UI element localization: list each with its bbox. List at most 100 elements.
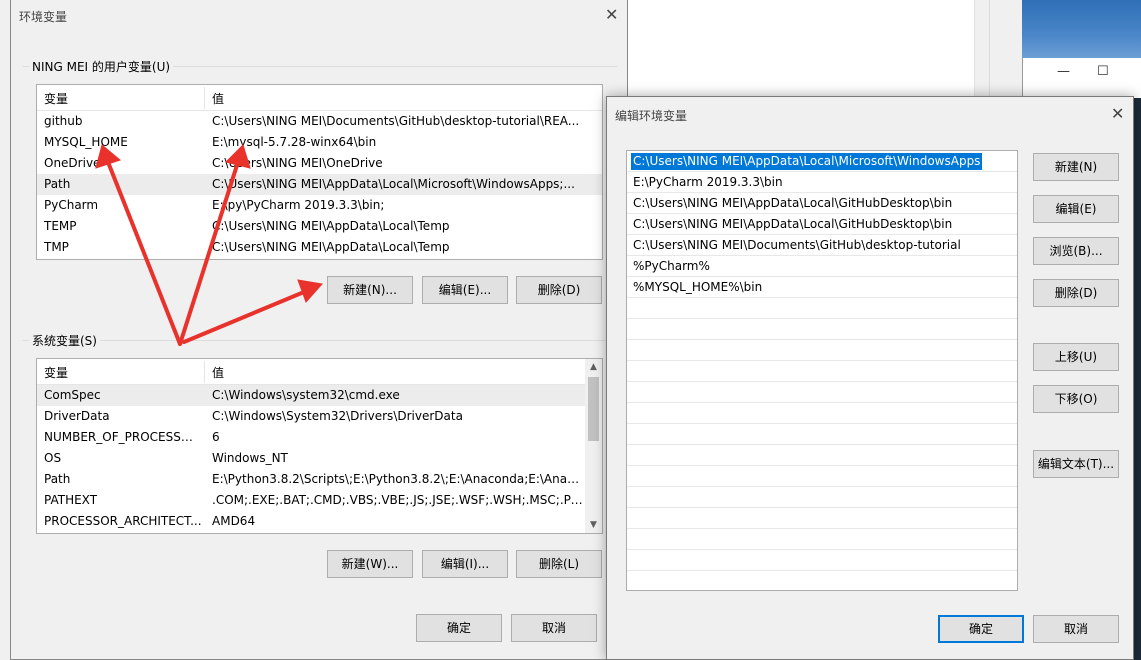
variable-name: PROCESSOR_ARCHITECT... — [44, 514, 202, 528]
path-row[interactable] — [627, 382, 1017, 403]
move-up-button[interactable]: 上移(U) — [1033, 343, 1119, 371]
edit-text-button[interactable]: 编辑文本(T)... — [1033, 450, 1119, 478]
path-row[interactable]: C:\Users\NING MEI\AppData\Local\Microsof… — [627, 151, 1017, 172]
variable-value: C:\Users\NING MEI\AppData\Local\Temp — [212, 219, 450, 233]
table-row[interactable]: MYSQL_HOME E:\mysql-5.7.28-winx64\bin — [37, 132, 602, 153]
path-row[interactable] — [627, 571, 1017, 590]
path-row[interactable]: %PyCharm% — [627, 256, 1017, 277]
minimize-icon[interactable]: — — [1057, 64, 1070, 79]
variable-name: MYSQL_HOME — [44, 135, 128, 149]
path-row[interactable] — [627, 361, 1017, 382]
path-row[interactable]: E:\PyCharm 2019.3.3\bin — [627, 172, 1017, 193]
ok-button[interactable]: 确定 — [938, 615, 1024, 643]
scroll-up-icon[interactable]: ▲ — [585, 362, 602, 372]
variable-name: TEMP — [44, 219, 77, 233]
path-row[interactable] — [627, 466, 1017, 487]
path-row[interactable]: C:\Users\NING MEI\AppData\Local\GitHubDe… — [627, 193, 1017, 214]
table-row[interactable]: github C:\Users\NING MEI\Documents\GitHub… — [37, 111, 602, 132]
path-row[interactable]: C:\Users\NING MEI\Documents\GitHub\deskt… — [627, 235, 1017, 256]
dialog-title: 编辑环境变量 — [615, 109, 688, 123]
variable-name: TMP — [44, 240, 69, 254]
scroll-down-icon[interactable]: ▼ — [585, 520, 602, 530]
user-edit-button[interactable]: 编辑(E)... — [422, 276, 508, 304]
variable-name: DriverData — [44, 409, 110, 423]
maximize-icon[interactable]: ☐ — [1097, 64, 1109, 79]
system-vars-list[interactable]: 变量 值 ComSpec C:\Windows\system32\cmd.exe D… — [36, 358, 603, 534]
scroll-thumb[interactable] — [588, 377, 599, 441]
ok-button[interactable]: 确定 — [416, 614, 502, 642]
table-row[interactable]: ComSpec C:\Windows\system32\cmd.exe — [37, 385, 602, 406]
path-row[interactable]: C:\Users\NING MEI\AppData\Local\GitHubDe… — [627, 214, 1017, 235]
background-scrollbar — [974, 0, 989, 98]
path-row[interactable] — [627, 487, 1017, 508]
table-row[interactable]: PROCESSOR_ARCHITECT... AMD64 — [37, 511, 602, 532]
variable-name: PyCharm — [44, 198, 99, 212]
path-row[interactable]: %MYSQL_HOME%\bin — [627, 277, 1017, 298]
background-window-titlebar: — ☐ — [1022, 58, 1141, 98]
variable-value: C:\Windows\system32\cmd.exe — [212, 388, 400, 402]
table-row[interactable]: DriverData C:\Windows\System32\Drivers\Dr… — [37, 406, 602, 427]
variable-name: NUMBER_OF_PROCESSORS — [44, 430, 202, 444]
cancel-button[interactable]: 取消 — [511, 614, 597, 642]
delete-path-button[interactable]: 删除(D) — [1033, 279, 1119, 307]
close-icon[interactable]: ✕ — [605, 7, 618, 23]
move-down-button[interactable]: 下移(O) — [1033, 385, 1119, 413]
path-row[interactable] — [627, 298, 1017, 319]
background-window-edge — [0, 0, 10, 660]
variable-value: 6 — [212, 430, 220, 444]
variable-value: E:\mysql-5.7.28-winx64\bin — [212, 135, 377, 149]
list-header: 变量 值 — [37, 85, 602, 111]
variable-value: C:\Users\NING MEI\Documents\GitHub\deskt… — [212, 114, 580, 128]
user-delete-button[interactable]: 删除(D) — [516, 276, 602, 304]
browse-button[interactable]: 浏览(B)... — [1033, 237, 1119, 265]
variable-value: C:\Users\NING MEI\OneDrive — [212, 156, 383, 170]
user-new-button[interactable]: 新建(N)... — [327, 276, 413, 304]
variable-name: Path — [44, 177, 71, 191]
edit-path-button[interactable]: 编辑(E) — [1033, 195, 1119, 223]
variable-value: E:\Python3.8.2\Scripts\;E:\Python3.8.2\;… — [212, 472, 584, 486]
table-row[interactable]: OS Windows_NT — [37, 448, 602, 469]
path-list[interactable]: C:\Users\NING MEI\AppData\Local\Microsof… — [626, 150, 1018, 591]
header-value[interactable]: 值 — [212, 364, 224, 381]
table-row[interactable]: TEMP C:\Users\NING MEI\AppData\Local\Temp — [37, 216, 602, 237]
table-row[interactable]: TMP C:\Users\NING MEI\AppData\Local\Temp — [37, 237, 602, 258]
cancel-button[interactable]: 取消 — [1033, 615, 1119, 643]
path-row[interactable] — [627, 445, 1017, 466]
background-window-edge-right — [1134, 98, 1141, 660]
path-row[interactable] — [627, 340, 1017, 361]
variable-value: AMD64 — [212, 514, 256, 528]
variable-value: C:\Windows\System32\Drivers\DriverData — [212, 409, 463, 423]
path-row[interactable] — [627, 319, 1017, 340]
background-panel — [989, 0, 1022, 98]
variable-name: PATHEXT — [44, 493, 98, 507]
header-value[interactable]: 值 — [212, 90, 224, 107]
header-variable[interactable]: 变量 — [44, 90, 68, 107]
system-edit-button[interactable]: 编辑(I)... — [422, 550, 508, 578]
user-vars-list[interactable]: 变量 值 github C:\Users\NING MEI\Documents\G… — [36, 84, 603, 260]
dialog-title: 环境变量 — [19, 10, 68, 24]
path-row[interactable] — [627, 508, 1017, 529]
path-row[interactable] — [627, 550, 1017, 571]
system-vars-group-label: 系统变量(S) — [29, 332, 100, 349]
system-delete-button[interactable]: 删除(L) — [516, 550, 602, 578]
close-icon[interactable]: ✕ — [1111, 106, 1124, 122]
table-row[interactable]: Path C:\Users\NING MEI\AppData\Local\Micr… — [37, 174, 602, 195]
new-path-button[interactable]: 新建(N) — [1033, 153, 1119, 181]
system-new-button[interactable]: 新建(W)... — [327, 550, 413, 578]
table-row[interactable]: OneDrive C:\Users\NING MEI\OneDrive — [37, 153, 602, 174]
table-row[interactable]: Path E:\Python3.8.2\Scripts\;E:\Python3.8… — [37, 469, 602, 490]
path-row[interactable] — [627, 529, 1017, 550]
path-row[interactable] — [627, 424, 1017, 445]
header-variable[interactable]: 变量 — [44, 364, 68, 381]
variable-value: C:\Users\NING MEI\AppData\Local\Temp — [212, 240, 450, 254]
variable-value: E:\py\PyCharm 2019.3.3\bin; — [212, 198, 385, 212]
variable-name: Path — [44, 472, 71, 486]
system-vars-scrollbar[interactable]: ▲ ▼ — [585, 359, 602, 533]
table-row[interactable]: PATHEXT .COM;.EXE;.BAT;.CMD;.VBS;.VBE;.JS… — [37, 490, 602, 511]
desktop-wallpaper — [1022, 0, 1141, 58]
table-row[interactable]: PyCharm E:\py\PyCharm 2019.3.3\bin; — [37, 195, 602, 216]
variable-name: OneDrive — [44, 156, 101, 170]
group-divider — [23, 340, 617, 341]
table-row[interactable]: NUMBER_OF_PROCESSORS 6 — [37, 427, 602, 448]
path-row[interactable] — [627, 403, 1017, 424]
